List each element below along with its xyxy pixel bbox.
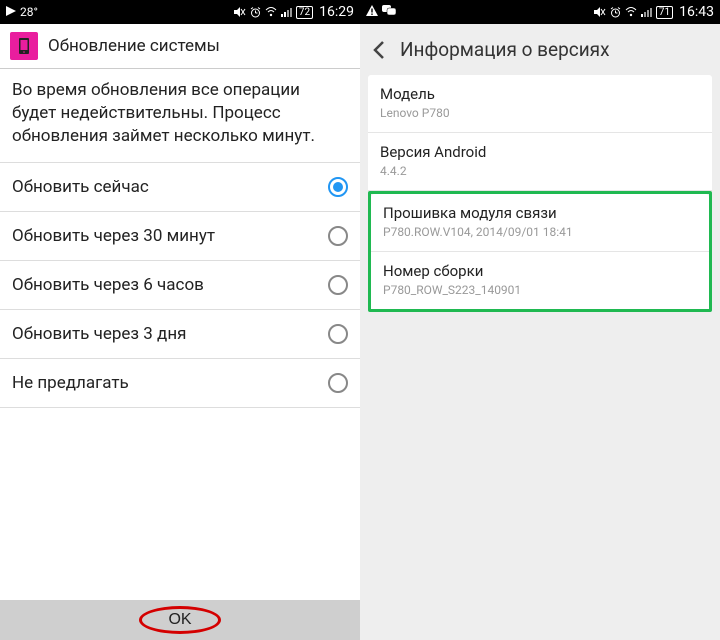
option-label: Обновить через 3 дня [12, 324, 186, 344]
warning-icon [366, 5, 378, 19]
radio-icon [328, 324, 348, 344]
back-button[interactable] [372, 40, 386, 60]
mute-icon [234, 7, 246, 17]
wifi-icon [265, 7, 277, 17]
item-subtitle: 4.4.2 [380, 164, 700, 178]
update-description: Во время обновления все операции будет н… [0, 69, 360, 162]
item-model[interactable]: Модель Lenovo P780 [368, 75, 712, 133]
alarm-icon [250, 7, 261, 18]
wifi-icon [625, 7, 637, 17]
battery-indicator: 72 [296, 6, 313, 19]
option-label: Не предлагать [12, 373, 129, 393]
radio-icon [328, 226, 348, 246]
phone-right: 71 16:43 Информация о версиях Модель Len… [360, 0, 720, 640]
system-update-icon [10, 32, 38, 60]
settings-header: Информация о версиях [360, 24, 720, 75]
option-label: Обновить через 30 минут [12, 226, 215, 246]
radio-icon [328, 177, 348, 197]
temperature: 28° [20, 5, 38, 19]
item-title: Версия Android [380, 143, 700, 161]
option-update-6h[interactable]: Обновить через 6 часов [0, 261, 360, 310]
app-header: Обновление системы [0, 24, 360, 69]
signal-icon [281, 7, 292, 17]
option-update-30min[interactable]: Обновить через 30 минут [0, 212, 360, 261]
item-subtitle: Lenovo P780 [380, 106, 700, 120]
mute-icon [594, 7, 606, 17]
option-label: Обновить через 6 часов [12, 275, 204, 295]
phone-left: 28° 72 16:29 Обновление системы Во время… [0, 0, 360, 640]
item-build-number[interactable]: Номер сборки P780_ROW_S223_140901 [371, 252, 709, 309]
radio-icon [328, 275, 348, 295]
battery-indicator: 71 [656, 6, 673, 19]
ok-button[interactable]: OK [148, 605, 211, 635]
option-update-3d[interactable]: Обновить через 3 дня [0, 310, 360, 359]
clock: 16:29 [319, 4, 354, 20]
option-never[interactable]: Не предлагать [0, 359, 360, 408]
item-title: Номер сборки [383, 262, 697, 280]
clock: 16:43 [679, 4, 714, 20]
signal-icon [641, 7, 652, 17]
item-android-version[interactable]: Версия Android 4.4.2 [368, 133, 712, 191]
item-subtitle: P780.ROW.V104, 2014/09/01 18:41 [383, 225, 697, 239]
item-title: Модель [380, 85, 700, 103]
play-icon [6, 5, 16, 19]
status-bar-left: 28° 72 16:29 [0, 0, 360, 24]
radio-icon [328, 373, 348, 393]
version-info-list: Модель Lenovo P780 Версия Android 4.4.2 … [360, 75, 720, 312]
app-title: Обновление системы [48, 36, 220, 56]
ok-bar: OK [0, 600, 360, 640]
item-title: Прошивка модуля связи [383, 204, 697, 222]
item-baseband[interactable]: Прошивка модуля связи P780.ROW.V104, 201… [371, 194, 709, 252]
annotation-highlight-box: Прошивка модуля связи P780.ROW.V104, 201… [368, 191, 712, 312]
option-update-now[interactable]: Обновить сейчас [0, 163, 360, 212]
option-label: Обновить сейчас [12, 177, 149, 197]
update-options-list: Обновить сейчас Обновить через 30 минут … [0, 162, 360, 408]
chat-icon [382, 5, 396, 20]
settings-title: Информация о версиях [400, 38, 610, 61]
status-bar-right: 71 16:43 [360, 0, 720, 24]
item-subtitle: P780_ROW_S223_140901 [383, 283, 697, 297]
alarm-icon [610, 7, 621, 18]
